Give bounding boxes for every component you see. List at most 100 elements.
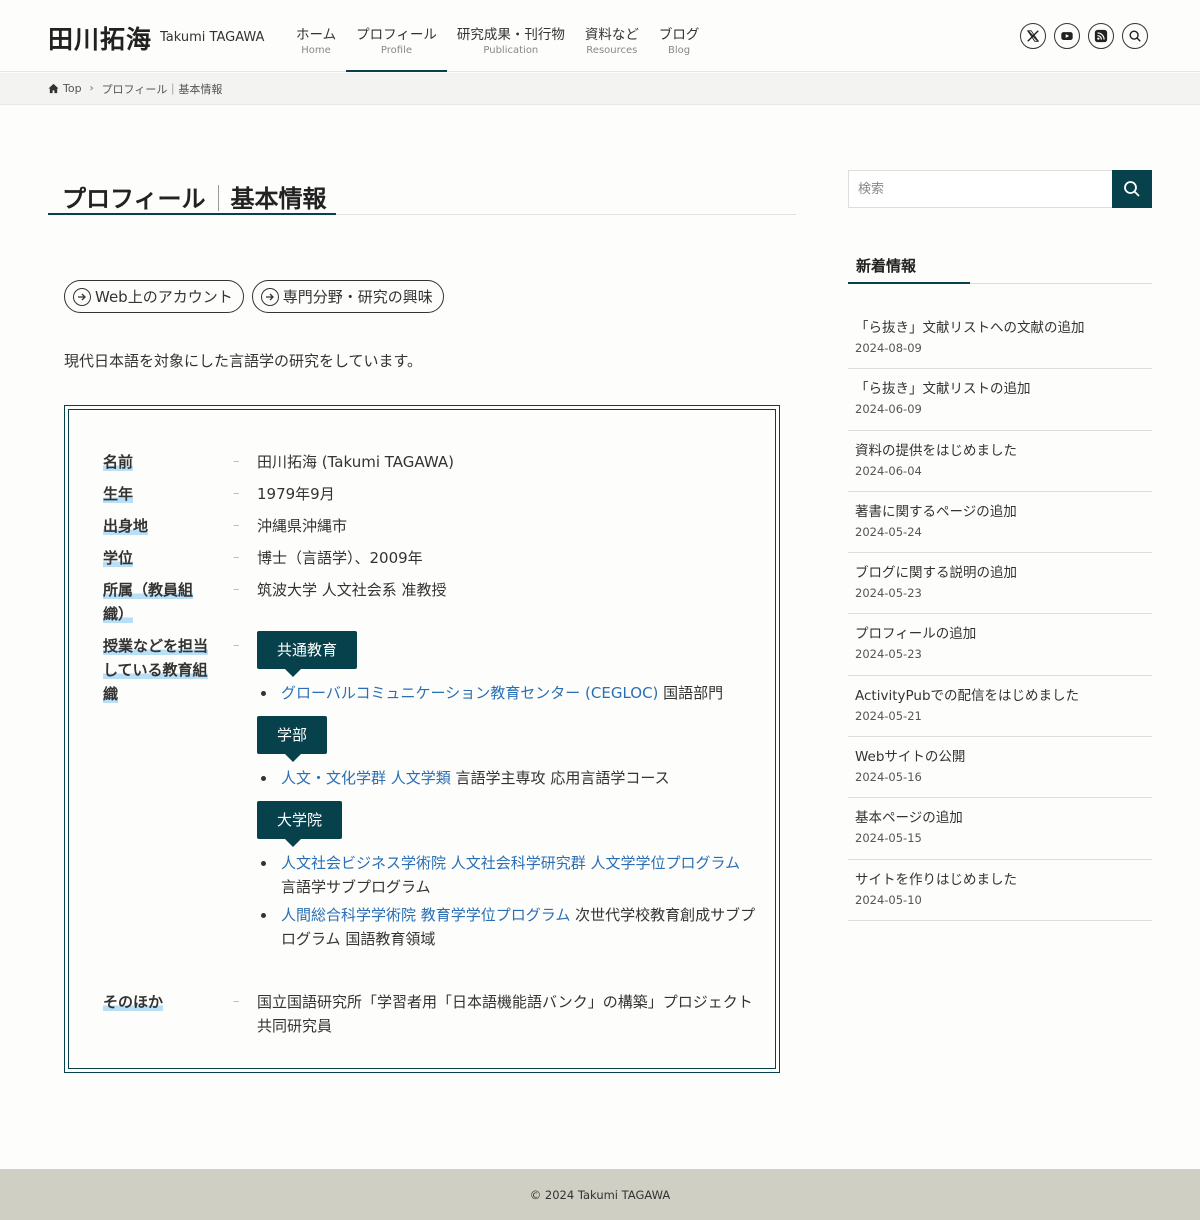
news-item[interactable]: プロフィールの追加 2024-05-23 bbox=[848, 614, 1152, 676]
rss-icon[interactable] bbox=[1088, 23, 1114, 49]
info-value: 田川拓海 (Takumi TAGAWA) bbox=[257, 453, 454, 471]
news-title: ブログに関する説明の追加 bbox=[855, 565, 1017, 582]
cegloc-link[interactable]: グローバルコミュニケーション教育センター (CEGLOC) bbox=[281, 684, 658, 702]
nav-item-profile[interactable]: プロフィール Profile bbox=[346, 0, 447, 72]
news-title: 資料の提供をはじめました bbox=[855, 442, 1017, 459]
dash: – bbox=[233, 994, 240, 1009]
nav-sublabel: Blog bbox=[668, 45, 691, 56]
title-underline bbox=[48, 213, 336, 215]
search-icon[interactable] bbox=[1122, 23, 1148, 49]
info-value: 筑波大学 人文社会系 准教授 bbox=[257, 581, 447, 599]
site-subtitle: Takumi TAGAWA bbox=[160, 30, 265, 45]
news-item[interactable]: 「ら抜き」文献リストへの文献の追加 2024-08-09 bbox=[848, 308, 1152, 370]
undergraduate-list: 人文・文化学群 人文学類 言語学主専攻 応用言語学コース bbox=[257, 766, 757, 790]
anchor-buttons: Web上のアカウント 専門分野・研究の興味 bbox=[64, 280, 444, 313]
arrow-right-circle-icon bbox=[260, 287, 279, 306]
chevron-right-icon: › bbox=[89, 83, 94, 94]
list-item: 人文社会ビジネス学術院 人文社会科学研究群 人文学学位プログラム 言語学サブプロ… bbox=[257, 851, 757, 899]
news-heading-underline bbox=[848, 282, 970, 284]
info-label: 所属（教員組 織） bbox=[103, 581, 194, 623]
button-label: 専門分野・研究の興味 bbox=[282, 288, 433, 306]
web-accounts-button[interactable]: Web上のアカウント bbox=[64, 280, 244, 313]
sidebar-search bbox=[848, 170, 1152, 208]
news-item[interactable]: ActivityPubでの配信をはじめました 2024-05-21 bbox=[848, 676, 1152, 738]
nav-label: 資料など bbox=[584, 27, 639, 43]
nav-sublabel: Home bbox=[301, 45, 331, 56]
news-date: 2024-06-04 bbox=[855, 463, 922, 478]
news-item[interactable]: 基本ページの追加 2024-05-15 bbox=[848, 798, 1152, 860]
news-title: 基本ページの追加 bbox=[855, 810, 963, 827]
nav-item-blog[interactable]: ブログ Blog bbox=[649, 0, 710, 72]
nav-item-home[interactable]: ホーム Home bbox=[286, 0, 346, 72]
news-date: 2024-05-23 bbox=[855, 647, 922, 662]
news-date: 2024-05-21 bbox=[855, 708, 922, 723]
copyright: © 2024 Takumi TAGAWA bbox=[529, 1187, 671, 1202]
tag-graduate: 大学院 bbox=[257, 801, 343, 847]
profile-info-box: 名前 – 田川拓海 (Takumi TAGAWA) 生年 – 1979年9月 出… bbox=[64, 405, 780, 1073]
news-heading-block: 新着情報 bbox=[848, 245, 1152, 284]
nav-item-publication[interactable]: 研究成果・刊行物 Publication bbox=[447, 0, 575, 72]
nav-item-resources[interactable]: 資料など Resources bbox=[575, 0, 649, 72]
info-label: 生年 bbox=[103, 485, 134, 503]
page-title: プロフィール 基本情報 bbox=[62, 179, 327, 214]
search-icon bbox=[1124, 181, 1140, 197]
site-header: 田川拓海 Takumi TAGAWA ホーム Home プロフィール Profi… bbox=[0, 0, 1200, 72]
profile-info-inner: 名前 – 田川拓海 (Takumi TAGAWA) 生年 – 1979年9月 出… bbox=[68, 409, 776, 1069]
info-label: 授業などを担当 している教育組織 bbox=[103, 637, 209, 703]
youtube-icon[interactable] bbox=[1054, 23, 1080, 49]
news-item[interactable]: 「ら抜き」文献リストの追加 2024-06-09 bbox=[848, 369, 1152, 431]
site-footer: © 2024 Takumi TAGAWA bbox=[0, 1169, 1200, 1220]
humanities-college-link[interactable]: 人文・文化学群 人文学類 bbox=[281, 769, 451, 787]
news-title: サイトを作りはじめました bbox=[855, 871, 1017, 888]
news-item[interactable]: サイトを作りはじめました 2024-05-10 bbox=[848, 860, 1152, 921]
news-item[interactable]: Webサイトの公開 2024-05-16 bbox=[848, 737, 1152, 799]
humanities-grad-link[interactable]: 人文社会ビジネス学術院 人文社会科学研究群 人文学学位プログラム bbox=[281, 854, 740, 872]
info-value: 博士（言語学）、2009年 bbox=[257, 549, 423, 567]
page-title-block: プロフィール 基本情報 bbox=[48, 177, 796, 215]
list-item: 人間総合科学学術院 教育学学位プログラム 次世代学校教育創成サブプログラム 国語… bbox=[257, 903, 757, 951]
nav-sublabel: Profile bbox=[380, 45, 413, 56]
news-heading: 新着情報 bbox=[856, 257, 917, 275]
page-title-main: プロフィール bbox=[62, 185, 206, 213]
info-label: 出身地 bbox=[103, 517, 149, 535]
search-button[interactable] bbox=[1112, 170, 1152, 208]
dash: – bbox=[233, 486, 240, 501]
common-education-list: グローバルコミュニケーション教育センター (CEGLOC) 国語部門 bbox=[257, 681, 757, 705]
news-item[interactable]: 著書に関するページの追加 2024-05-24 bbox=[848, 492, 1152, 554]
site-title[interactable]: 田川拓海 bbox=[48, 20, 152, 56]
news-date: 2024-05-23 bbox=[855, 586, 922, 601]
home-icon bbox=[48, 83, 59, 94]
dash: – bbox=[233, 550, 240, 565]
breadcrumb: Top › プロフィール｜基本情報 bbox=[0, 73, 1200, 105]
search-input[interactable] bbox=[849, 171, 1113, 207]
nav-label: ブログ bbox=[658, 27, 700, 43]
news-item[interactable]: 資料の提供をはじめました 2024-06-04 bbox=[848, 431, 1152, 492]
info-value: 1979年9月 bbox=[257, 485, 335, 503]
news-date: 2024-08-09 bbox=[855, 341, 922, 355]
x-icon[interactable] bbox=[1020, 23, 1046, 49]
education-grad-link[interactable]: 人間総合科学学術院 教育学学位プログラム bbox=[281, 906, 570, 924]
nav-label: ホーム bbox=[296, 27, 337, 43]
info-label: 名前 bbox=[103, 453, 134, 471]
dash: – bbox=[233, 518, 240, 533]
dash: – bbox=[233, 638, 240, 653]
news-title: プロフィールの追加 bbox=[855, 626, 977, 643]
breadcrumb-home[interactable]: Top bbox=[63, 82, 82, 95]
info-value: 沖縄県沖縄市 bbox=[257, 517, 348, 535]
news-date: 2024-05-24 bbox=[855, 524, 922, 539]
news-item[interactable]: ブログに関する説明の追加 2024-05-23 bbox=[848, 553, 1152, 615]
nav-sublabel: Resources bbox=[586, 45, 638, 56]
news-title: 著書に関するページの追加 bbox=[855, 503, 1017, 520]
intro-text: 現代日本語を対象にした言語学の研究をしています。 bbox=[64, 352, 423, 370]
tag-common-education: 共通教育 bbox=[257, 631, 358, 677]
news-title: 「ら抜き」文献リストの追加 bbox=[855, 381, 1031, 398]
nav-sublabel: Publication bbox=[483, 45, 539, 56]
title-divider bbox=[217, 185, 219, 211]
research-interests-button[interactable]: 専門分野・研究の興味 bbox=[251, 280, 444, 313]
tag-undergraduate: 学部 bbox=[257, 716, 328, 762]
list-item: グローバルコミュニケーション教育センター (CEGLOC) 国語部門 bbox=[257, 681, 757, 705]
dash: – bbox=[233, 582, 240, 597]
news-date: 2024-05-15 bbox=[855, 831, 922, 846]
breadcrumb-current: プロフィール｜基本情報 bbox=[101, 82, 223, 96]
news-title: ActivityPubでの配信をはじめました bbox=[855, 687, 1080, 704]
